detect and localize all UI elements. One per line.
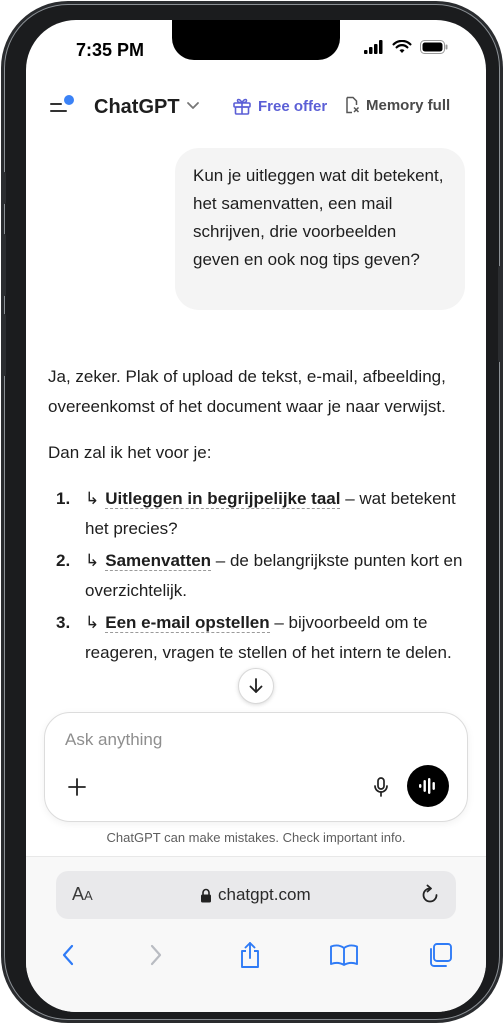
- tabs-button[interactable]: [424, 939, 456, 971]
- memory-full-label: Memory full: [366, 96, 451, 114]
- status-icons: [364, 40, 448, 54]
- bookmarks-icon: [330, 944, 358, 966]
- chat-header: ChatGPT Free offer Memory full: [26, 84, 486, 128]
- aa-large: A: [72, 884, 85, 904]
- menu-icon[interactable]: [50, 94, 76, 118]
- list-number: 1.: [56, 489, 71, 508]
- list-item-title: Samenvatten: [105, 551, 212, 571]
- back-icon: [62, 944, 74, 966]
- user-message-bubble: Kun je uitleggen wat dit betekent, het s…: [175, 148, 465, 310]
- list-arrow: ↳: [85, 613, 100, 632]
- assistant-message: Ja, zeker. Plak of upload de tekst, e-ma…: [48, 362, 468, 670]
- list-number: 2.: [56, 551, 71, 570]
- free-offer-label: Free offer: [258, 97, 328, 115]
- browser-toolbar: AA chatgpt.com: [26, 856, 486, 1012]
- share-button[interactable]: [234, 939, 266, 971]
- arrow-down-icon: [249, 678, 263, 693]
- microphone-icon[interactable]: [369, 775, 393, 799]
- cellular-signal-icon: [364, 40, 383, 54]
- gift-icon: [233, 98, 251, 115]
- list-number: 3.: [56, 613, 71, 632]
- list-arrow: ↳: [85, 489, 100, 508]
- battery-icon: [420, 40, 448, 54]
- plus-icon[interactable]: [65, 775, 89, 799]
- forward-icon: [150, 944, 162, 966]
- power-button: [498, 266, 503, 362]
- screen: 7:35 PM ChatGPT Free offer Memory full K…: [26, 20, 486, 1012]
- reload-icon[interactable]: [418, 883, 442, 907]
- voice-mode-button[interactable]: [407, 765, 449, 807]
- composer: [44, 712, 468, 822]
- free-offer-button[interactable]: Free offer: [232, 96, 327, 116]
- disclaimer-text: ChatGPT can make mistakes. Check importa…: [106, 830, 406, 845]
- assistant-lead: Dan zal ik het voor je:: [48, 443, 212, 462]
- aa-small: A: [84, 888, 93, 903]
- status-time: 7:35 PM: [76, 40, 145, 60]
- share-icon: [241, 942, 259, 968]
- assistant-intro: Ja, zeker. Plak of upload de tekst, e-ma…: [48, 367, 446, 416]
- lock-icon: [201, 888, 211, 902]
- assistant-list: 1. ↳ Uitleggen in begrijpelijke taal – wa…: [48, 484, 468, 668]
- list-item: 1. ↳ Uitleggen in begrijpelijke taal – wa…: [48, 484, 468, 544]
- volume-up-button: [1, 234, 6, 296]
- memory-icon: [346, 96, 360, 114]
- browser-nav: [26, 939, 486, 983]
- prompt-input[interactable]: [63, 729, 363, 751]
- list-item-title: Uitleggen in begrijpelijke taal: [105, 489, 341, 509]
- tabs-icon: [430, 943, 452, 967]
- back-button[interactable]: [52, 939, 84, 971]
- list-arrow: ↳: [85, 551, 100, 570]
- dynamic-island: [172, 20, 340, 60]
- memory-full-button[interactable]: Memory full: [344, 96, 450, 114]
- voice-mode-icon: [419, 778, 435, 794]
- list-item-title: Een e-mail opstellen: [105, 613, 270, 633]
- volume-down-button: [1, 314, 6, 376]
- url-text: chatgpt.com: [218, 885, 311, 904]
- chevron-down-icon[interactable]: [186, 101, 200, 111]
- list-item: 3. ↳ Een e-mail opstellen – bijvoorbeeld …: [48, 608, 468, 668]
- phone-frame: 7:35 PM ChatGPT Free offer Memory full K…: [1, 4, 503, 1020]
- url-display[interactable]: chatgpt.com: [200, 885, 311, 905]
- reader-settings-button[interactable]: AA: [72, 884, 93, 905]
- list-item: 2. ↳ Samenvatten – de belangrijkste punte…: [48, 546, 468, 606]
- wifi-icon: [392, 40, 412, 53]
- scroll-to-bottom-button[interactable]: [238, 668, 274, 704]
- address-bar[interactable]: AA chatgpt.com: [56, 871, 456, 919]
- bookmarks-button[interactable]: [328, 939, 360, 971]
- forward-button[interactable]: [140, 939, 172, 971]
- app-title[interactable]: ChatGPT: [94, 96, 180, 119]
- action-button: [1, 172, 6, 204]
